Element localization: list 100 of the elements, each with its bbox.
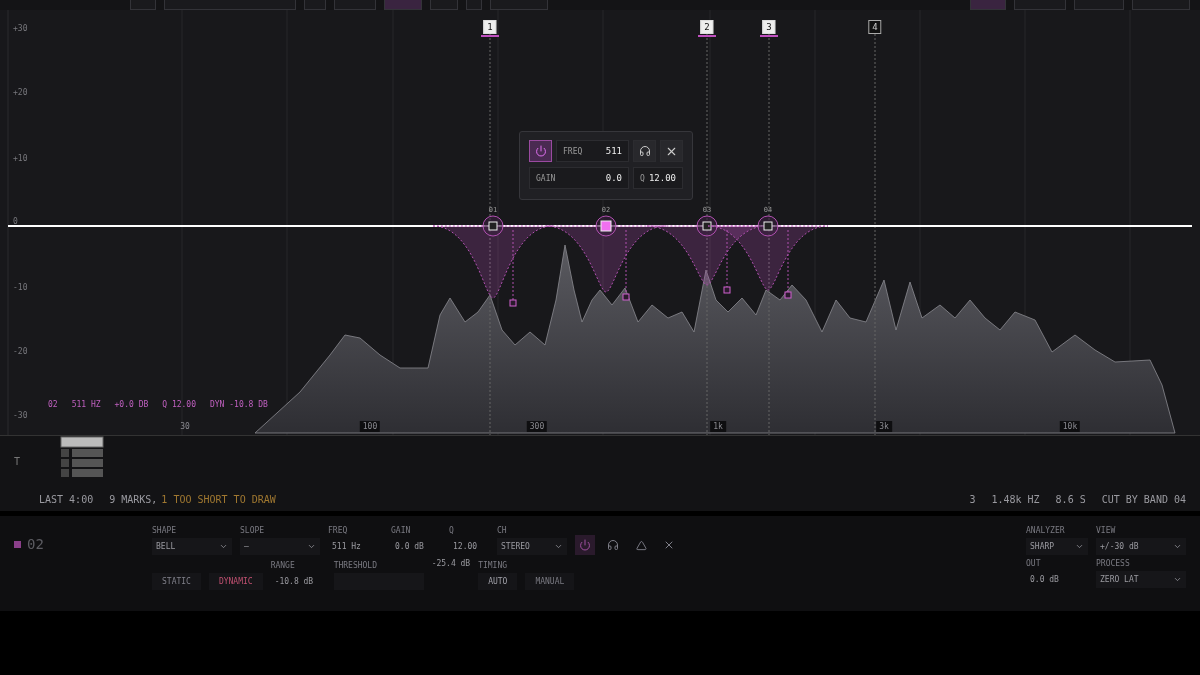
frequency-label: 10k bbox=[1059, 421, 1081, 432]
frequency-label: 3k bbox=[876, 421, 892, 432]
field-label: TIMING bbox=[478, 561, 509, 570]
analysis-stat: CUT BY BAND 04 bbox=[1101, 493, 1186, 505]
frequency-label: 100 bbox=[359, 421, 381, 432]
last-time: LAST 4:00 bbox=[39, 493, 94, 505]
field-label: PROCESS bbox=[1096, 559, 1131, 568]
db-label: -30 bbox=[13, 411, 28, 420]
field-label: FREQ bbox=[328, 526, 349, 535]
band-readout: +0.0 DB bbox=[114, 400, 149, 409]
field-label: ANALYZER bbox=[1026, 526, 1066, 535]
dropdown[interactable]: +/-30 dB bbox=[1096, 538, 1186, 555]
toolbar-button[interactable] bbox=[490, 0, 548, 10]
analysis-stat: 8.6 S bbox=[1055, 493, 1086, 505]
close-icon bbox=[663, 539, 675, 551]
power-button[interactable] bbox=[575, 535, 595, 555]
field-label: SLOPE bbox=[240, 526, 266, 535]
threshold-reading: -25.4 dB bbox=[431, 559, 471, 568]
timeline-thumbnail[interactable] bbox=[60, 435, 104, 480]
toolbar-button[interactable] bbox=[1014, 0, 1066, 10]
frequency-label: 1k bbox=[710, 421, 726, 432]
gain-handle[interactable] bbox=[509, 229, 517, 307]
band-marker[interactable]: 1 bbox=[483, 20, 497, 34]
band-marker[interactable]: 3 bbox=[762, 20, 776, 34]
chevron-down-icon bbox=[1075, 542, 1084, 551]
toolbar-button[interactable] bbox=[1074, 0, 1124, 10]
freq-field[interactable]: FREQ 511 bbox=[556, 140, 629, 162]
band-node[interactable] bbox=[696, 215, 718, 237]
chevron-down-icon bbox=[307, 542, 316, 551]
band-readout: 511 HZ bbox=[71, 400, 101, 409]
close-button[interactable] bbox=[660, 140, 683, 162]
db-label: -20 bbox=[13, 347, 28, 356]
toolbar-button[interactable] bbox=[334, 0, 376, 10]
triangle-icon bbox=[635, 539, 647, 551]
chevron-down-icon bbox=[1173, 575, 1182, 584]
frequency-label: 30 bbox=[179, 421, 191, 432]
band-node[interactable] bbox=[757, 215, 779, 237]
field-label: THRESHOLD bbox=[333, 561, 378, 570]
power-icon bbox=[534, 145, 547, 157]
band-readout: 02 bbox=[48, 400, 58, 409]
value-field[interactable]: 511 Hz bbox=[328, 538, 383, 555]
toolbar-button[interactable] bbox=[164, 0, 296, 10]
dropdown[interactable]: ZERO LAT bbox=[1096, 571, 1186, 588]
chevron-down-icon bbox=[554, 542, 563, 551]
marks-warning: 1 TOO SHORT TO DRAW bbox=[161, 493, 276, 505]
power-icon bbox=[579, 539, 591, 551]
band-marker[interactable]: 2 bbox=[700, 20, 714, 34]
gain-handle[interactable] bbox=[622, 229, 630, 301]
chevron-down-icon bbox=[219, 542, 228, 551]
headphones-icon bbox=[607, 539, 619, 551]
frequency-label: 300 bbox=[526, 421, 548, 432]
band-marker[interactable]: 4 bbox=[868, 20, 882, 34]
dropdown[interactable]: BELL bbox=[152, 538, 232, 555]
dropdown[interactable]: SHARP bbox=[1026, 538, 1088, 555]
gain-handle[interactable] bbox=[784, 229, 792, 299]
band-readout: DYN -10.8 DB bbox=[210, 400, 268, 409]
value-field[interactable]: 12.00 bbox=[449, 538, 489, 555]
toolbar-button[interactable] bbox=[130, 0, 156, 10]
marker-underline bbox=[481, 35, 499, 37]
toolbar-button[interactable] bbox=[466, 0, 482, 10]
db-label: +20 bbox=[13, 88, 28, 97]
track-label: T bbox=[13, 456, 22, 467]
timing-button[interactable]: MANUAL bbox=[525, 573, 575, 590]
mode-button[interactable]: DYNAMIC bbox=[208, 573, 263, 590]
toolbar-button[interactable] bbox=[304, 0, 326, 10]
field-label: GAIN bbox=[391, 526, 412, 535]
analysis-stat: 1.48k HZ bbox=[991, 493, 1040, 505]
listen-button[interactable] bbox=[633, 140, 656, 162]
marks-count: 9 MARKS, bbox=[109, 493, 158, 505]
q-field[interactable]: Q 12.00 bbox=[633, 167, 683, 189]
band-node[interactable] bbox=[595, 215, 617, 237]
db-label: -10 bbox=[13, 283, 28, 292]
field-label: OUT bbox=[1026, 559, 1042, 568]
band-node[interactable] bbox=[482, 215, 504, 237]
toolbar-button[interactable] bbox=[1132, 0, 1190, 10]
field-label: VIEW bbox=[1096, 526, 1117, 535]
field-label: Q bbox=[449, 526, 455, 535]
field-label: SHAPE bbox=[152, 526, 178, 535]
db-label: +30 bbox=[13, 24, 28, 33]
db-label: +10 bbox=[13, 154, 28, 163]
mode-button[interactable]: STATIC bbox=[152, 573, 201, 590]
gain-field[interactable]: GAIN 0.0 bbox=[529, 167, 629, 189]
marker-underline bbox=[698, 35, 716, 37]
gain-handle[interactable] bbox=[723, 229, 731, 294]
marker-underline bbox=[760, 35, 778, 37]
band-readout: Q 12.00 bbox=[162, 400, 196, 409]
band-number: 02 bbox=[27, 536, 44, 552]
timing-button[interactable]: AUTO bbox=[478, 573, 518, 590]
range-field[interactable]: -10.8 dB bbox=[270, 573, 326, 590]
field-label: CH bbox=[497, 526, 508, 535]
value-field[interactable]: 0.0 dB bbox=[1026, 571, 1088, 588]
power-button[interactable] bbox=[529, 140, 552, 162]
analysis-stat: 3 bbox=[969, 493, 976, 505]
field-label: RANGE bbox=[270, 561, 296, 570]
dropdown[interactable]: — bbox=[240, 538, 320, 555]
dropdown[interactable]: STEREO bbox=[497, 538, 567, 555]
value-field[interactable]: 0.0 dB bbox=[391, 538, 441, 555]
headphones-icon bbox=[638, 145, 651, 157]
chevron-down-icon bbox=[1173, 542, 1182, 551]
toolbar-button[interactable] bbox=[430, 0, 458, 10]
